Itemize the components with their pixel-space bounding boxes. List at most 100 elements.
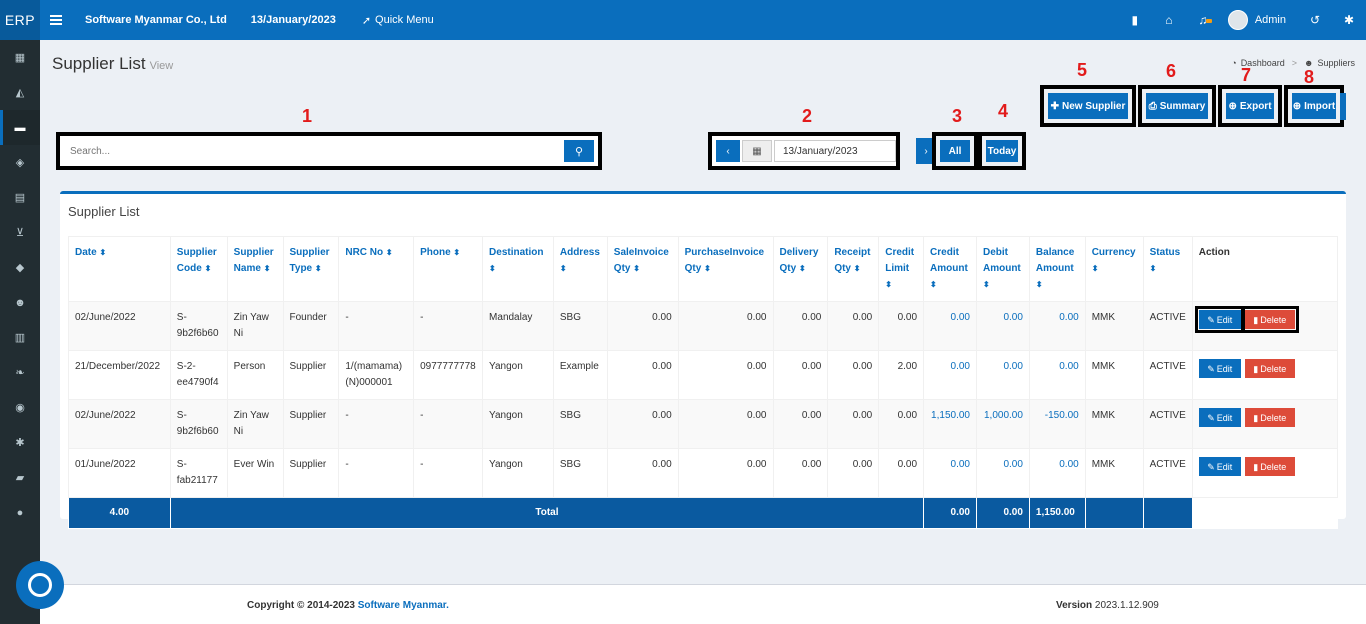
cell-status: ACTIVE — [1142, 448, 1193, 498]
col-delivery[interactable]: Delivery Qty ⬍ — [772, 236, 829, 302]
delete-button[interactable]: ▮ Delete — [1244, 408, 1295, 427]
today-button[interactable]: Today — [986, 140, 1018, 162]
col-credit-amount[interactable]: Credit Amount ⬍ — [923, 236, 977, 302]
col-receipt[interactable]: Receipt Qty ⬍ — [827, 236, 880, 302]
chat-widget-button[interactable] — [16, 561, 64, 609]
cell-balance-amount[interactable]: 0.00 — [1028, 301, 1086, 351]
date-input[interactable]: 13/January/2023 — [774, 140, 896, 162]
sort-icon: ⬍ — [453, 248, 461, 257]
cell-credit-amount[interactable]: 0.00 — [923, 301, 977, 351]
sidebar-item-charts[interactable]: ◭ — [0, 75, 40, 110]
cell-currency: MMK — [1084, 448, 1144, 498]
col-debit-amount[interactable]: Debit Amount ⬍ — [975, 236, 1030, 302]
pencil-icon: ✎ — [1207, 412, 1215, 423]
sidebar-item-leaf[interactable]: ❧ — [0, 355, 40, 390]
edit-button[interactable]: ✎ Edit — [1198, 457, 1241, 476]
cell-destination: Yangon — [482, 448, 554, 498]
annotation-7: 7 — [1241, 65, 1252, 85]
cell-currency: MMK — [1084, 399, 1144, 449]
edit-button[interactable]: ✎ Edit — [1198, 359, 1241, 378]
sidebar-item-ball[interactable]: ◉ — [0, 390, 40, 425]
col-supplier-type[interactable]: Supplier Type ⬍ — [282, 236, 340, 302]
bell-icon[interactable]: ♫ — [1186, 13, 1220, 27]
col-currency[interactable]: Currency ⬍ — [1084, 236, 1144, 302]
col-sale-invoice[interactable]: SaleInvoice Qty ⬍ — [606, 236, 679, 302]
cell-code: S-9b2f6b60 — [169, 301, 228, 351]
sidebar-item-products[interactable]: ◈ — [0, 145, 40, 180]
cell-debit-amount[interactable]: 0.00 — [975, 448, 1030, 498]
import-button[interactable]: ⊕ Import — [1292, 93, 1336, 119]
sidebar-item-chat[interactable]: ● — [0, 495, 40, 530]
cell-credit-amount[interactable]: 0.00 — [923, 448, 977, 498]
page-subtitle: View — [149, 60, 174, 72]
col-supplier-code[interactable]: Supplier Code ⬍ — [169, 236, 228, 302]
cell-date: 01/June/2022 — [68, 448, 171, 498]
col-phone[interactable]: Phone ⬍ — [413, 236, 484, 302]
col-balance-amount[interactable]: Balance Amount ⬍ — [1028, 236, 1086, 302]
col-destination[interactable]: Destination ⬍ — [482, 236, 554, 302]
delete-button[interactable]: ▮ Delete — [1244, 457, 1295, 476]
col-credit-limit[interactable]: Credit Limit ⬍ — [878, 236, 925, 302]
sort-icon: ⬍ — [489, 264, 496, 273]
sidebar-item-users[interactable]: ☻ — [0, 285, 40, 320]
home-icon[interactable]: ⌂ — [1152, 13, 1186, 27]
cell-balance-amount[interactable]: 0.00 — [1028, 448, 1086, 498]
col-purchase-invoice[interactable]: PurchaseInvoice Qty ⬍ — [677, 236, 774, 302]
delete-button[interactable]: ▮ Delete — [1240, 306, 1299, 333]
cell-credit-amount[interactable]: 0.00 — [923, 350, 977, 400]
footer-debit: 0.00 — [975, 497, 1030, 529]
cell-balance-amount[interactable]: -150.00 — [1028, 399, 1086, 449]
edit-button[interactable]: ✎ Edit — [1198, 408, 1241, 427]
cell-nrc: - — [338, 301, 415, 351]
history-icon[interactable]: ↺ — [1298, 13, 1332, 27]
user-name[interactable]: Admin — [1255, 14, 1286, 26]
annotation-3: 3 — [952, 106, 963, 126]
print-icon: ⎙ — [1148, 100, 1157, 112]
edit-button[interactable]: ✎ Edit — [1194, 306, 1245, 333]
cell-address: SBG — [552, 448, 608, 498]
date-prev-button[interactable]: ‹ — [716, 140, 740, 162]
sidebar-item-cart[interactable]: ⊻ — [0, 215, 40, 250]
cell-sale: 0.00 — [606, 448, 679, 498]
cell-type: Supplier — [282, 399, 340, 449]
circle-arrow-icon: ⊕ — [1292, 100, 1302, 112]
cell-debit-amount[interactable]: 0.00 — [975, 350, 1030, 400]
sidebar-item-diamond[interactable]: ◆ — [0, 250, 40, 285]
cell-balance-amount[interactable]: 0.00 — [1028, 350, 1086, 400]
export-button[interactable]: ⊕ Export — [1226, 93, 1274, 119]
sidebar-item-cards[interactable]: ▬ — [0, 110, 40, 145]
sidebar-item-clipboard[interactable]: ▤ — [0, 180, 40, 215]
search-button[interactable]: ⚲ — [564, 140, 594, 162]
sidebar-toggle-button[interactable] — [40, 15, 72, 25]
col-address[interactable]: Address ⬍ — [552, 236, 608, 302]
search-input[interactable] — [64, 140, 564, 162]
cell-debit-amount[interactable]: 0.00 — [975, 301, 1030, 351]
col-supplier-name[interactable]: Supplier Name ⬍ — [226, 236, 284, 302]
avatar[interactable] — [1227, 10, 1248, 30]
sidebar-item-reports[interactable]: ▥ — [0, 320, 40, 355]
quick-menu-link[interactable]: ➚ Quick Menu — [362, 14, 434, 27]
gear-icon[interactable]: ✱ — [1332, 13, 1366, 27]
calculator-icon[interactable]: ▮ — [1118, 13, 1152, 27]
top-navbar: ERP Software Myanmar Co., Ltd 13/January… — [0, 0, 1366, 40]
all-button[interactable]: All — [940, 140, 970, 162]
calendar-icon[interactable]: ▦ — [742, 140, 772, 162]
col-nrc[interactable]: NRC No ⬍ — [338, 236, 415, 302]
cell-credit-amount[interactable]: 1,150.00 — [923, 399, 977, 449]
export-box: ⊕ Export — [1218, 85, 1282, 127]
col-date[interactable]: Date ⬍ — [68, 236, 171, 302]
cell-debit-amount[interactable]: 1,000.00 — [975, 399, 1030, 449]
summary-button[interactable]: ⎙ Summary — [1146, 93, 1208, 119]
cell-purchase: 0.00 — [677, 350, 774, 400]
pencil-icon: ✎ — [1207, 314, 1215, 325]
supplier-list-panel: Supplier List Date ⬍ Supplier Code ⬍ Sup… — [60, 191, 1346, 529]
delete-button[interactable]: ▮ Delete — [1244, 359, 1295, 378]
sidebar-item-settings[interactable]: ✱ — [0, 425, 40, 460]
sort-icon: ⬍ — [885, 280, 892, 289]
sidebar-item-book[interactable]: ▰ — [0, 460, 40, 495]
logo[interactable]: ERP — [0, 0, 40, 40]
col-status[interactable]: Status ⬍ — [1142, 236, 1193, 302]
sidebar-item-calculator[interactable]: ▦ — [0, 40, 40, 75]
new-supplier-button[interactable]: ✚ New Supplier — [1048, 93, 1128, 119]
brand-link[interactable]: Software Myanmar. — [358, 600, 449, 611]
